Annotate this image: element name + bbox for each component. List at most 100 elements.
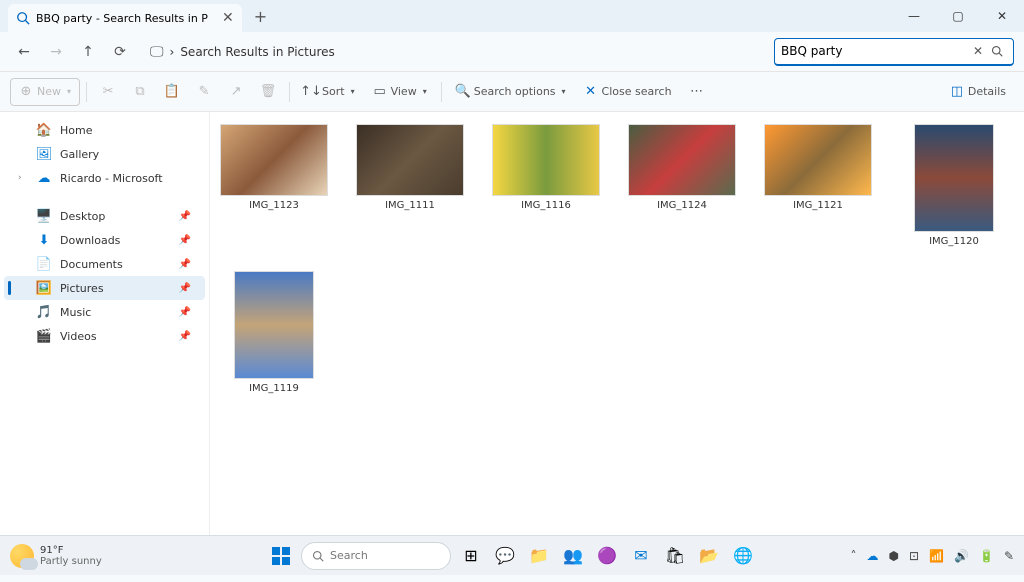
cut-button[interactable]: ✂ bbox=[93, 78, 123, 106]
taskbar-app-copilot[interactable]: 🟣 bbox=[593, 542, 621, 570]
search-icon bbox=[16, 11, 30, 25]
view-button[interactable]: ▭ View ▾ bbox=[365, 78, 435, 106]
sidebar-item-cloud[interactable]: › ☁ Ricardo - Microsoft bbox=[4, 166, 205, 190]
battery-icon[interactable]: 🔋 bbox=[979, 549, 994, 563]
folder-icon: 🎵 bbox=[36, 304, 52, 320]
delete-button[interactable]: 🗑 bbox=[253, 78, 283, 106]
file-thumbnail[interactable]: IMG_1119 bbox=[220, 271, 328, 394]
more-button[interactable]: ⋯ bbox=[682, 78, 712, 106]
close-button[interactable]: ✕ bbox=[980, 0, 1024, 32]
pin-icon: 📌 bbox=[179, 259, 191, 270]
start-button[interactable] bbox=[267, 542, 295, 570]
sidebar-item-home[interactable]: 🏠 Home bbox=[4, 118, 205, 142]
navigation-pane: 🏠 Home 🖼 Gallery › ☁ Ricardo - Microsoft… bbox=[0, 112, 210, 560]
onedrive-tray-icon[interactable]: ☁ bbox=[867, 549, 879, 563]
copy-button[interactable]: ⧉ bbox=[125, 78, 155, 106]
clear-search-icon[interactable]: ✕ bbox=[969, 44, 987, 58]
sidebar-item-pictures[interactable]: 🖼️Pictures📌 bbox=[4, 276, 205, 300]
tray-icon[interactable]: ✎ bbox=[1004, 549, 1014, 563]
sidebar-item-music[interactable]: 🎵Music📌 bbox=[4, 300, 205, 324]
refresh-button[interactable]: ⟳ bbox=[106, 38, 134, 66]
view-icon: ▭ bbox=[373, 85, 387, 99]
chevron-down-icon: ▾ bbox=[351, 87, 355, 96]
taskbar-app-teams[interactable]: 👥 bbox=[559, 542, 587, 570]
forward-button[interactable]: → bbox=[42, 38, 70, 66]
tray-icon[interactable]: ⬢ bbox=[889, 549, 899, 563]
search-options-button[interactable]: 🔍 Search options ▾ bbox=[448, 78, 574, 106]
sidebar-item-videos[interactable]: 🎬Videos📌 bbox=[4, 324, 205, 348]
file-thumbnail[interactable]: IMG_1116 bbox=[492, 124, 600, 247]
taskbar: 91°F Partly sunny Search ⊞ 💬 📁 👥 🟣 ✉ 🛍 📂… bbox=[0, 535, 1024, 575]
pin-icon: 📌 bbox=[179, 211, 191, 222]
file-thumbnail[interactable]: IMG_1124 bbox=[628, 124, 736, 247]
volume-icon[interactable]: 🔊 bbox=[954, 549, 969, 563]
taskbar-center: Search ⊞ 💬 📁 👥 🟣 ✉ 🛍 📂 🌐 bbox=[267, 542, 757, 570]
share-icon: ↗ bbox=[229, 85, 243, 99]
chevron-down-icon: ▾ bbox=[423, 87, 427, 96]
tray-icon[interactable]: ⊡ bbox=[909, 549, 919, 563]
taskbar-app-store[interactable]: 🛍 bbox=[661, 542, 689, 570]
thumbnail-image bbox=[914, 124, 994, 232]
thumbnail-image bbox=[492, 124, 600, 196]
sidebar-item-documents[interactable]: 📄Documents📌 bbox=[4, 252, 205, 276]
taskbar-app-explorer[interactable]: 📁 bbox=[525, 542, 553, 570]
file-name: IMG_1123 bbox=[249, 200, 299, 211]
details-icon: ◫ bbox=[950, 85, 964, 99]
search-box[interactable]: ✕ bbox=[774, 38, 1014, 66]
breadcrumb-separator: › bbox=[170, 45, 175, 59]
taskbar-app-edge[interactable]: 🌐 bbox=[729, 542, 757, 570]
file-name: IMG_1120 bbox=[929, 236, 979, 247]
share-button[interactable]: ↗ bbox=[221, 78, 251, 106]
file-thumbnail[interactable]: IMG_1120 bbox=[900, 124, 1008, 247]
folder-icon: 🎬 bbox=[36, 328, 52, 344]
paste-button[interactable]: 📋 bbox=[157, 78, 187, 106]
file-thumbnail[interactable]: IMG_1111 bbox=[356, 124, 464, 247]
pin-icon: 📌 bbox=[179, 307, 191, 318]
sidebar-item-gallery[interactable]: 🖼 Gallery bbox=[4, 142, 205, 166]
task-view-button[interactable]: ⊞ bbox=[457, 542, 485, 570]
command-bar: ⊕ New ▾ ✂ ⧉ 📋 ✎ ↗ 🗑 ↑↓ Sort ▾ ▭ View ▾ 🔍… bbox=[0, 72, 1024, 112]
file-thumbnail[interactable]: IMG_1123 bbox=[220, 124, 328, 247]
taskbar-app-outlook[interactable]: ✉ bbox=[627, 542, 655, 570]
trash-icon: 🗑 bbox=[261, 85, 275, 99]
gallery-icon: 🖼 bbox=[36, 146, 52, 162]
thumbnail-image bbox=[628, 124, 736, 196]
sidebar-item-downloads[interactable]: ⬇Downloads📌 bbox=[4, 228, 205, 252]
taskbar-search[interactable]: Search bbox=[301, 542, 451, 570]
wifi-icon[interactable]: 📶 bbox=[929, 549, 944, 563]
minimize-button[interactable]: — bbox=[892, 0, 936, 32]
main-area: 🏠 Home 🖼 Gallery › ☁ Ricardo - Microsoft… bbox=[0, 112, 1024, 560]
window-tab[interactable]: BBQ party - Search Results in P ✕ bbox=[8, 4, 242, 32]
weather-widget[interactable]: 91°F Partly sunny bbox=[10, 544, 102, 568]
back-button[interactable]: ← bbox=[10, 38, 38, 66]
file-name: IMG_1119 bbox=[249, 383, 299, 394]
sort-button[interactable]: ↑↓ Sort ▾ bbox=[296, 78, 363, 106]
maximize-button[interactable]: ▢ bbox=[936, 0, 980, 32]
new-button[interactable]: ⊕ New ▾ bbox=[10, 78, 80, 106]
rename-button[interactable]: ✎ bbox=[189, 78, 219, 106]
search-input[interactable] bbox=[781, 44, 969, 58]
breadcrumb-location: Search Results in Pictures bbox=[180, 45, 334, 59]
new-tab-button[interactable]: + bbox=[254, 7, 267, 26]
system-tray: ˄ ☁ ⬢ ⊡ 📶 🔊 🔋 ✎ bbox=[851, 549, 1014, 563]
sidebar-item-desktop[interactable]: 🖥️Desktop📌 bbox=[4, 204, 205, 228]
close-icon: ✕ bbox=[584, 85, 598, 99]
tab-close-icon[interactable]: ✕ bbox=[222, 10, 234, 26]
breadcrumb[interactable]: 🖵 › Search Results in Pictures bbox=[150, 44, 770, 60]
close-search-button[interactable]: ✕ Close search bbox=[576, 78, 680, 106]
search-go-icon[interactable] bbox=[987, 45, 1007, 57]
thumbnail-image bbox=[220, 124, 328, 196]
up-button[interactable]: ↑ bbox=[74, 38, 102, 66]
folder-icon: 🖥️ bbox=[36, 208, 52, 224]
taskbar-app-folder[interactable]: 📂 bbox=[695, 542, 723, 570]
weather-condition: Partly sunny bbox=[40, 556, 102, 567]
file-thumbnail[interactable]: IMG_1121 bbox=[764, 124, 872, 247]
title-bar: BBQ party - Search Results in P ✕ + — ▢ … bbox=[0, 0, 1024, 32]
taskbar-app-chat[interactable]: 💬 bbox=[491, 542, 519, 570]
tray-expand-icon[interactable]: ˄ bbox=[851, 549, 857, 563]
details-pane-button[interactable]: ◫ Details bbox=[942, 78, 1014, 106]
pin-icon: 📌 bbox=[179, 283, 191, 294]
onedrive-icon: ☁ bbox=[36, 170, 52, 186]
folder-icon: ⬇ bbox=[36, 232, 52, 248]
sort-icon: ↑↓ bbox=[304, 85, 318, 99]
